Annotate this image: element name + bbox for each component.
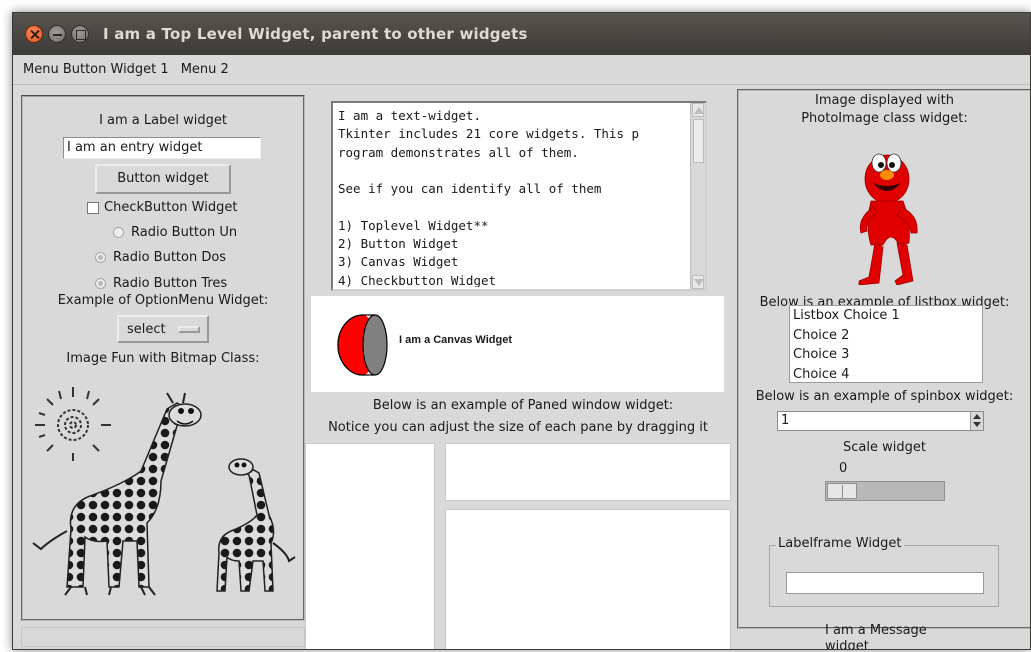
optionmenu-widget[interactable]: select — [117, 315, 209, 343]
radio-button-tres[interactable]: Radio Button Tres — [95, 276, 227, 291]
scale-slider-handle[interactable] — [827, 483, 857, 499]
canvas-shape-icon — [337, 314, 388, 376]
bitmap-label: Image Fun with Bitmap Class: — [66, 351, 260, 366]
left-frame: I am a Label widget I am an entry widget… — [21, 95, 305, 621]
text-widget-content[interactable]: I am a text-widget. Tkinter includes 21 … — [338, 107, 688, 287]
toplevel-window: I am a Top Level Widget, parent to other… — [12, 12, 1031, 650]
paned-label-2: Notice you can adjust the size of each p… — [328, 420, 708, 435]
scrollbar-thumb[interactable] — [693, 119, 704, 163]
listbox-item[interactable]: Listbox Choice 1 — [793, 306, 982, 326]
spinbox-widget[interactable]: 1 — [777, 411, 984, 431]
listbox-widget[interactable]: Listbox Choice 1 Choice 2 Choice 3 Choic… — [789, 305, 983, 383]
scale-widget[interactable] — [825, 481, 945, 501]
checkbox-icon[interactable] — [87, 201, 99, 214]
message-widget: I am a Message widget — [825, 623, 927, 650]
paned-pane-bottom-right[interactable] — [445, 509, 731, 649]
radio-un-label: Radio Button Un — [131, 225, 238, 240]
scale-label: Scale widget — [843, 440, 926, 455]
radio-dos-label: Radio Button Dos — [113, 250, 227, 265]
spinbox-arrows[interactable] — [970, 412, 983, 430]
optionmenu-indicator-icon — [177, 325, 200, 333]
labelframe-title: Labelframe Widget — [776, 536, 904, 551]
listbox-item[interactable]: Choice 2 — [793, 326, 982, 346]
title-bar[interactable]: I am a Top Level Widget, parent to other… — [13, 13, 1030, 55]
menu-2[interactable]: Menu 2 — [175, 58, 235, 81]
scroll-down-icon[interactable] — [692, 275, 704, 289]
listbox-item[interactable]: Choice 4 — [793, 365, 982, 385]
message-line2: widget — [825, 639, 869, 650]
radio-tres-label: Radio Button Tres — [113, 276, 228, 291]
elmo-photo-icon — [858, 153, 918, 285]
text-widget[interactable]: I am a text-widget. Tkinter includes 21 … — [331, 101, 707, 291]
labelframe-entry[interactable] — [786, 572, 984, 594]
optionmenu-value: select — [127, 321, 166, 337]
paned-pane-top-right[interactable] — [445, 443, 731, 501]
menu-button-1[interactable]: Menu Button Widget 1 — [17, 58, 175, 81]
entry-widget[interactable]: I am an entry widget — [63, 137, 261, 159]
giraffe-bitmap-icon — [32, 392, 296, 596]
scale-value: 0 — [839, 461, 848, 476]
message-line1: I am a Message — [825, 623, 927, 638]
labelframe-widget: Labelframe Widget — [769, 536, 999, 607]
paned-label-1: Below is an example of Paned window widg… — [372, 398, 674, 413]
listbox-item[interactable]: Choice 3 — [793, 345, 982, 365]
close-icon[interactable] — [25, 25, 43, 43]
paned-pane-left[interactable] — [305, 443, 435, 649]
scroll-up-icon[interactable] — [692, 103, 704, 117]
button-widget[interactable]: Button widget — [95, 164, 231, 194]
menu-bar: Menu Button Widget 1 Menu 2 — [13, 55, 1030, 85]
radio-icon[interactable] — [95, 252, 106, 263]
maximize-icon[interactable] — [71, 25, 89, 43]
vertical-scrollbar[interactable] — [690, 103, 705, 289]
radio-button-dos[interactable]: Radio Button Dos — [95, 250, 226, 265]
spinbox-label: Below is an example of spinbox widget: — [755, 389, 1014, 404]
canvas-text: I am a Canvas Widget — [399, 334, 512, 346]
label-widget: I am a Label widget — [99, 113, 227, 128]
radio-icon[interactable] — [95, 278, 106, 289]
photo-label-line1: Image displayed with — [815, 93, 954, 108]
optionmenu-label: Example of OptionMenu Widget: — [57, 293, 269, 308]
radio-icon[interactable] — [113, 227, 124, 238]
window-title: I am a Top Level Widget, parent to other… — [103, 25, 528, 43]
left-bottom-strip — [21, 627, 305, 647]
minimize-icon[interactable] — [48, 25, 66, 43]
right-frame: Image displayed with PhotoImage class wi… — [737, 89, 1030, 649]
canvas-widget[interactable]: I am a Canvas Widget — [311, 296, 724, 392]
checkbutton-widget[interactable]: CheckButton Widget — [87, 200, 237, 215]
checkbutton-label: CheckButton Widget — [104, 200, 238, 215]
spinbox-value[interactable]: 1 — [781, 413, 789, 428]
radio-button-un[interactable]: Radio Button Un — [113, 225, 237, 240]
photo-label-line2: PhotoImage class widget: — [801, 111, 968, 126]
